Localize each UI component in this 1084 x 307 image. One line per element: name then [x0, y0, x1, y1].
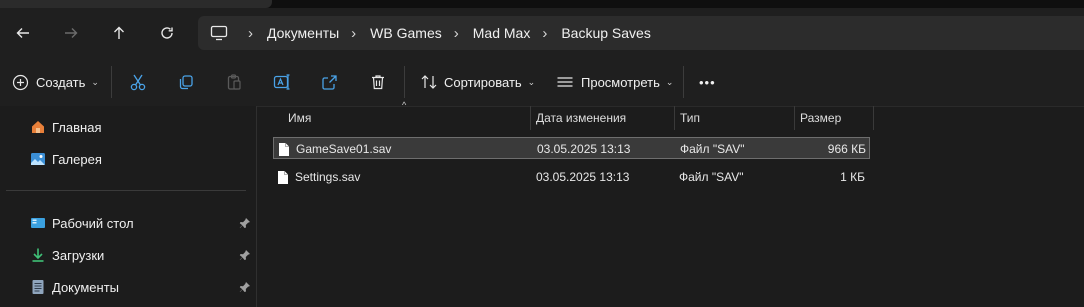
desktop-icon	[30, 215, 46, 231]
command-bar: Создать ⌄ Сортировать ⌄ Просмотреть ⌄ ••…	[0, 58, 1084, 107]
forward-button[interactable]	[58, 20, 84, 46]
this-pc-icon[interactable]	[210, 25, 228, 41]
home-icon	[30, 119, 46, 135]
sort-button[interactable]: Сортировать ⌄	[420, 68, 535, 96]
sidebar-item-home[interactable]: Главная	[30, 115, 101, 139]
more-icon: •••	[699, 74, 716, 90]
pin-icon[interactable]	[238, 280, 252, 294]
breadcrumb-item[interactable]: Документы	[267, 25, 339, 41]
file-row[interactable]: Settings.sav 03.05.2025 13:13 Файл "SAV"…	[273, 166, 870, 188]
file-type: Файл "SAV"	[679, 170, 744, 184]
column-header-size[interactable]: Размер	[794, 106, 874, 130]
breadcrumb-item[interactable]: Mad Max	[473, 25, 531, 41]
tab-strip	[0, 0, 1084, 8]
copy-button[interactable]	[177, 68, 195, 96]
copy-icon	[179, 75, 193, 90]
file-icon	[277, 166, 293, 188]
column-header-label: Имя	[288, 111, 312, 125]
sidebar-divider	[6, 190, 246, 191]
chevron-right-icon: ›	[248, 24, 253, 42]
toolbar-divider	[404, 66, 405, 98]
file-name: GameSave01.sav	[296, 142, 392, 156]
file-type: Файл "SAV"	[680, 142, 745, 156]
file-name: Settings.sav	[295, 170, 361, 184]
refresh-button[interactable]	[154, 20, 180, 46]
file-size: 966 КБ	[827, 142, 866, 156]
scissors-icon	[130, 74, 146, 91]
rename-button[interactable]	[273, 68, 291, 96]
column-header-date[interactable]: Дата изменения	[530, 106, 674, 130]
column-header-name[interactable]: Имя	[282, 106, 530, 130]
address-bar-area: › Документы › WB Games › Mad Max › Backu…	[0, 8, 1084, 58]
share-button[interactable]	[321, 68, 339, 96]
view-label: Просмотреть	[581, 74, 660, 90]
rename-icon	[273, 74, 290, 90]
column-header-type[interactable]: Тип	[674, 106, 794, 130]
toolbar-divider	[683, 66, 684, 98]
breadcrumb[interactable]: › Документы › WB Games › Mad Max › Backu…	[198, 16, 1084, 50]
file-date: 03.05.2025 13:13	[536, 170, 630, 184]
arrow-up-icon	[114, 26, 124, 39]
navigation-pane: Главная Галерея Рабочий стол Загрузки До…	[0, 106, 257, 307]
sidebar-item-gallery[interactable]: Галерея	[30, 147, 102, 171]
chevron-right-icon: ›	[351, 24, 357, 42]
column-header-label: Тип	[680, 111, 701, 125]
sidebar-item-desktop[interactable]: Рабочий стол	[30, 211, 134, 235]
column-header-label: Дата изменения	[536, 111, 627, 125]
file-icon	[278, 138, 294, 160]
chevron-right-icon: ›	[542, 24, 548, 42]
sidebar-item-label: Рабочий стол	[52, 215, 134, 231]
view-button[interactable]: Просмотреть ⌄	[556, 68, 673, 96]
file-size: 1 КБ	[840, 170, 865, 184]
downloads-icon	[30, 247, 46, 263]
delete-button[interactable]	[369, 68, 387, 96]
share-icon	[322, 75, 337, 90]
chevron-down-icon: ⌄	[665, 76, 674, 87]
paste-icon	[227, 74, 241, 90]
toolbar-divider	[111, 66, 112, 98]
sidebar-item-downloads[interactable]: Загрузки	[30, 243, 104, 267]
breadcrumb-item[interactable]: Backup Saves	[561, 25, 651, 41]
view-lines-icon	[557, 77, 573, 87]
pin-icon[interactable]	[238, 216, 252, 230]
sidebar-item-documents[interactable]: Документы	[30, 275, 119, 299]
paste-button[interactable]	[225, 68, 243, 96]
arrow-left-icon	[16, 28, 29, 38]
sidebar-item-label: Загрузки	[52, 247, 105, 263]
chevron-down-icon: ⌄	[91, 76, 99, 87]
create-button[interactable]: Создать ⌄	[12, 68, 99, 96]
more-options-button[interactable]: •••	[699, 68, 716, 96]
arrow-right-icon	[65, 28, 78, 38]
plus-circle-icon	[12, 74, 29, 90]
file-date: 03.05.2025 13:13	[537, 142, 631, 156]
breadcrumb-item[interactable]: WB Games	[370, 25, 442, 41]
documents-icon	[30, 279, 46, 295]
up-button[interactable]	[106, 20, 132, 46]
sidebar-item-label: Главная	[52, 119, 102, 135]
back-button[interactable]	[10, 20, 36, 46]
pin-icon[interactable]	[238, 248, 252, 262]
gallery-icon	[30, 151, 46, 167]
chevron-right-icon: ›	[453, 24, 459, 42]
create-label: Создать	[36, 74, 86, 90]
trash-icon	[372, 75, 384, 90]
active-tab[interactable]	[0, 0, 272, 8]
cut-button[interactable]	[129, 68, 147, 96]
sidebar-item-label: Галерея	[52, 151, 102, 167]
column-header-label: Размер	[800, 111, 842, 125]
column-divider[interactable]	[873, 106, 874, 130]
file-list: ^ Имя Дата изменения Тип Размер GameSave…	[257, 100, 1084, 307]
sort-label: Сортировать	[444, 74, 522, 90]
sidebar-item-label: Документы	[52, 279, 120, 295]
refresh-icon	[161, 27, 173, 39]
file-row[interactable]: GameSave01.sav 03.05.2025 13:13 Файл "SA…	[273, 137, 870, 159]
sort-icon	[421, 75, 437, 89]
chevron-down-icon: ⌄	[527, 76, 536, 87]
